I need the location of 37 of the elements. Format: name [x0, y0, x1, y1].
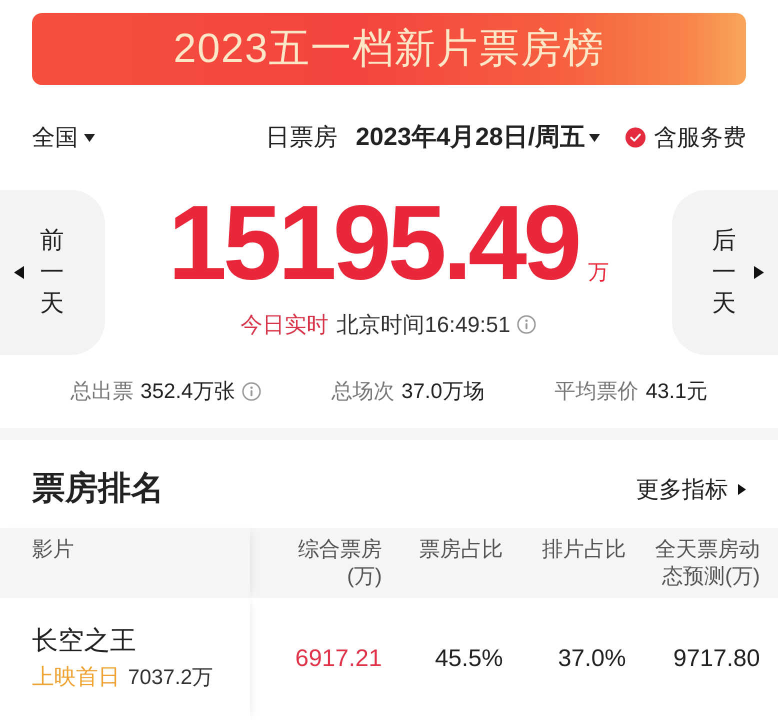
unit-label: 万 [588, 260, 610, 286]
table-cell-text: 6917.21 [294, 644, 382, 674]
stat-value: 43.1元 [646, 378, 708, 405]
table-cell-text: 9717.80 [672, 644, 760, 674]
previous-day-button[interactable]: 前一天 [0, 190, 105, 355]
caret-down-icon [84, 134, 95, 142]
region-dropdown[interactable]: 全国 [32, 120, 95, 155]
table-cell-text: 37.0% [556, 644, 626, 674]
stat-value: 37.0万场 [401, 378, 484, 405]
stat-label: 平均票价 [554, 378, 639, 405]
stat-label: 总出票 [70, 378, 134, 405]
right-triangle-icon [738, 484, 746, 495]
caret-down-icon [589, 134, 600, 142]
left-triangle-icon [14, 266, 24, 279]
metric-label: 日票房 [266, 122, 338, 152]
release-tag: 上映首日 [32, 659, 120, 695]
beijing-time: 北京时间16:49:51 [336, 311, 510, 339]
next-day-button[interactable]: 后一天 [672, 190, 778, 355]
tag-value: 7037.2万 [128, 665, 214, 691]
column-header: 综合票房(万) [297, 537, 382, 590]
table-cell-text: 45.5% [434, 644, 503, 674]
film-title: 长空之王 [32, 624, 137, 657]
right-triangle-icon [754, 266, 764, 279]
stat-label: 总场次 [331, 378, 394, 405]
banner-title: 2023五一档新片票房榜 [32, 13, 746, 85]
section-title: 票房排名 [32, 468, 164, 508]
date-dropdown[interactable]: 2023年4月28日/周五 [356, 118, 600, 156]
more-metrics-link[interactable]: 更多指标 [636, 472, 746, 506]
column-header: 票房占比 [419, 537, 503, 563]
service-fee-checkbox[interactable]: 含服务费 [625, 120, 746, 155]
live-label: 今日实时 [240, 311, 329, 339]
box-office-total: 15195.49 [168, 190, 578, 296]
stat-value: 352.4万张 [140, 378, 235, 405]
column-header: 影片 [32, 537, 74, 563]
column-header: 排片占比 [542, 537, 626, 563]
column-header: 全天票房动态预测(万) [654, 537, 760, 590]
info-icon [517, 315, 536, 334]
